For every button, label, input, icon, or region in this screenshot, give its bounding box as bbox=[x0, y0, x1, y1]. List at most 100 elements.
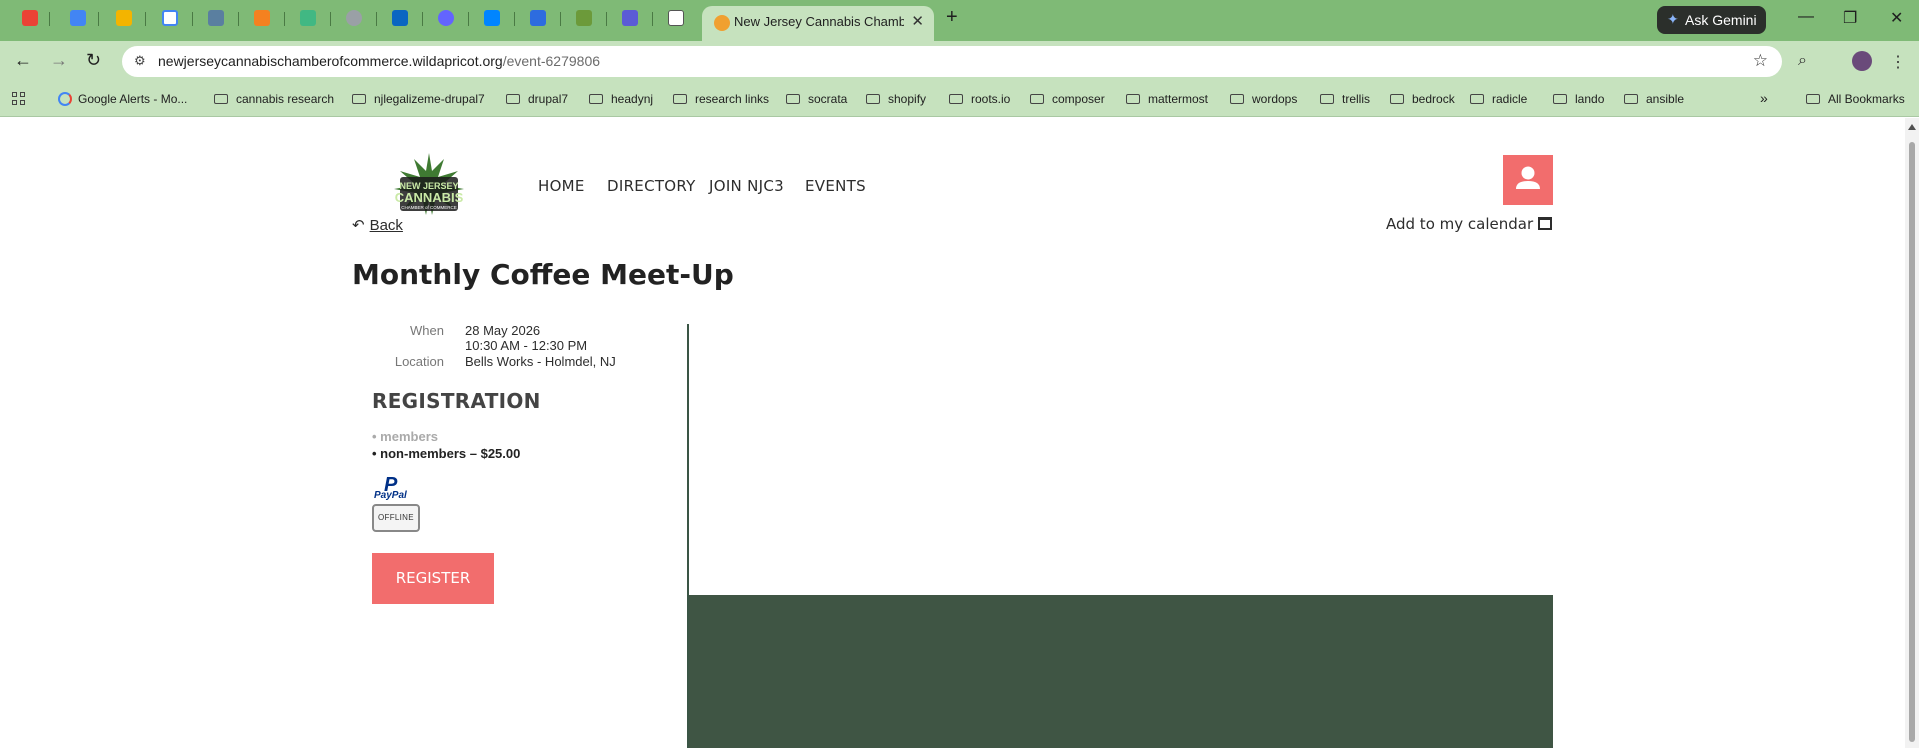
bookmark-google-alerts[interactable]: Google Alerts - Mo... bbox=[58, 92, 187, 106]
bookmark-folder[interactable]: composer bbox=[1030, 92, 1105, 106]
back-link[interactable]: ↶ Back bbox=[352, 216, 403, 234]
reload-icon[interactable]: ↻ bbox=[86, 50, 101, 71]
tab-separator bbox=[238, 12, 239, 26]
url-host: newjerseycannabischamberofcommerce.wilda… bbox=[158, 53, 503, 69]
bookmarks-bar: Google Alerts - Mo... cannabis research … bbox=[0, 82, 1919, 117]
gemini-spark-icon: ✦ bbox=[1667, 11, 1679, 27]
footer-band bbox=[689, 595, 1553, 748]
back-reply-icon: ↶ bbox=[352, 217, 365, 234]
address-bar[interactable]: ⚙ newjerseycannabischamberofcommerce.wil… bbox=[122, 46, 1782, 77]
bookmark-label: socrata bbox=[808, 92, 848, 106]
ask-gemini-button[interactable]: ✦ Ask Gemini bbox=[1657, 6, 1766, 34]
ai-tab-icon[interactable] bbox=[622, 10, 638, 26]
vue-tab-icon[interactable] bbox=[300, 10, 316, 26]
event-time: 10:30 AM - 12:30 PM bbox=[465, 338, 588, 353]
bookmark-folder[interactable]: socrata bbox=[786, 92, 847, 106]
tab-separator bbox=[376, 12, 377, 26]
scroll-up-arrow-icon[interactable] bbox=[1908, 124, 1916, 130]
bookmark-star-icon[interactable]: ☆ bbox=[1753, 51, 1768, 71]
offline-payment-icon: OFFLINE bbox=[372, 504, 420, 532]
tab-separator bbox=[145, 12, 146, 26]
page-scrollbar[interactable] bbox=[1905, 118, 1919, 748]
nav-home[interactable]: HOME bbox=[538, 177, 585, 195]
back-arrow-icon[interactable]: ← bbox=[14, 50, 32, 71]
registration-type-members: • members bbox=[372, 429, 438, 444]
tab-separator bbox=[560, 12, 561, 26]
close-tab-icon[interactable]: ✕ bbox=[911, 12, 924, 30]
bookmark-folder[interactable]: cannabis research bbox=[214, 92, 334, 106]
google-tab-icon[interactable] bbox=[162, 10, 178, 26]
location-label: Location bbox=[394, 354, 444, 369]
mastodon-tab-icon[interactable] bbox=[438, 10, 454, 26]
scrollbar-thumb[interactable] bbox=[1909, 142, 1915, 742]
bookmark-folder[interactable]: trellis bbox=[1320, 92, 1370, 106]
bluesky-tab-icon[interactable] bbox=[484, 10, 500, 26]
cloud-tab-icon[interactable] bbox=[254, 10, 270, 26]
restore-window-icon[interactable]: ❐ bbox=[1843, 8, 1857, 28]
google-icon bbox=[58, 92, 72, 106]
all-bookmarks-label: All Bookmarks bbox=[1828, 92, 1905, 106]
site-info-icon[interactable]: ⚙ bbox=[134, 53, 146, 69]
paypal-payment-icon: P PayPal bbox=[374, 474, 407, 501]
tab-separator bbox=[330, 12, 331, 26]
leaf-tab-icon[interactable] bbox=[576, 10, 592, 26]
ask-gemini-label: Ask Gemini bbox=[1685, 12, 1757, 28]
url-text[interactable]: newjerseycannabischamberofcommerce.wilda… bbox=[158, 53, 600, 69]
new-tab-icon[interactable]: + bbox=[946, 6, 958, 29]
profile-avatar[interactable] bbox=[1852, 51, 1872, 71]
site-tab-icon[interactable] bbox=[208, 10, 224, 26]
menu-kebab-icon[interactable]: ⋮ bbox=[1890, 52, 1906, 72]
close-window-icon[interactable]: ✕ bbox=[1890, 8, 1903, 28]
active-tab[interactable]: New Jersey Cannabis Chamber ✕ bbox=[702, 6, 934, 41]
registration-type-label: members bbox=[380, 429, 438, 444]
folder-icon bbox=[1390, 94, 1404, 104]
minimize-window-icon[interactable]: — bbox=[1798, 8, 1814, 26]
nav-events[interactable]: EVENTS bbox=[805, 177, 866, 195]
page-content: NEW JERSEY CANNABIS CHAMBER of COMMERCE … bbox=[0, 118, 1919, 748]
bookmark-folder[interactable]: wordops bbox=[1230, 92, 1297, 106]
register-button[interactable]: REGISTER bbox=[372, 553, 494, 604]
bookmark-folder[interactable]: drupal7 bbox=[506, 92, 568, 106]
forward-arrow-icon[interactable]: → bbox=[50, 50, 68, 71]
tab-separator bbox=[514, 12, 515, 26]
tab-separator bbox=[284, 12, 285, 26]
apps-grid-icon[interactable] bbox=[12, 92, 26, 106]
linkedin-tab-icon[interactable] bbox=[392, 10, 408, 26]
bookmark-folder[interactable]: bedrock bbox=[1390, 92, 1455, 106]
folder-icon bbox=[214, 94, 228, 104]
chamber-logo[interactable]: NEW JERSEY CANNABIS CHAMBER of COMMERCE bbox=[392, 151, 466, 223]
nav-join[interactable]: JOIN NJC3 bbox=[709, 177, 784, 195]
bookmark-folder[interactable]: headynj bbox=[589, 92, 653, 106]
login-button[interactable] bbox=[1503, 155, 1553, 205]
map-tab-icon[interactable] bbox=[530, 10, 546, 26]
folder-icon bbox=[1470, 94, 1484, 104]
bookmark-folder[interactable]: ansible bbox=[1624, 92, 1684, 106]
settings-tab-icon[interactable] bbox=[346, 10, 362, 26]
bookmark-label: Google Alerts - Mo... bbox=[78, 92, 188, 106]
bookmark-label: composer bbox=[1052, 92, 1105, 106]
bookmark-folder[interactable]: shopify bbox=[866, 92, 926, 106]
nav-directory[interactable]: DIRECTORY bbox=[607, 177, 696, 195]
bookmark-folder[interactable]: njlegalizeme-drupal7 bbox=[352, 92, 485, 106]
calendar-tab-icon[interactable] bbox=[70, 10, 86, 26]
bookmark-label: wordops bbox=[1252, 92, 1298, 106]
bookmark-folder[interactable]: lando bbox=[1553, 92, 1604, 106]
tab-separator bbox=[652, 12, 653, 26]
add-to-calendar-link[interactable]: Add to my calendar bbox=[1386, 215, 1553, 233]
registration-type-nonmembers[interactable]: • non-members – $25.00 bbox=[372, 446, 520, 461]
folder-icon bbox=[1030, 94, 1044, 104]
bookmark-folder[interactable]: roots.io bbox=[949, 92, 1010, 106]
bookmark-folder[interactable]: radicle bbox=[1470, 92, 1527, 106]
gmail-tab-icon[interactable] bbox=[22, 10, 38, 26]
document-tab-icon[interactable] bbox=[668, 10, 684, 26]
all-bookmarks[interactable]: All Bookmarks bbox=[1806, 92, 1905, 106]
tab-separator bbox=[422, 12, 423, 26]
search-tabs-icon[interactable]: ⌕ bbox=[1798, 52, 1807, 70]
more-bookmarks-chevron-icon[interactable]: » bbox=[1760, 90, 1768, 106]
bookmark-folder[interactable]: research links bbox=[673, 92, 769, 106]
bookmark-label: shopify bbox=[888, 92, 927, 106]
bookmark-folder[interactable]: mattermost bbox=[1126, 92, 1208, 106]
bookmark-label: ansible bbox=[1646, 92, 1685, 106]
folder-icon bbox=[1553, 94, 1567, 104]
drive-tab-icon[interactable] bbox=[116, 10, 132, 26]
